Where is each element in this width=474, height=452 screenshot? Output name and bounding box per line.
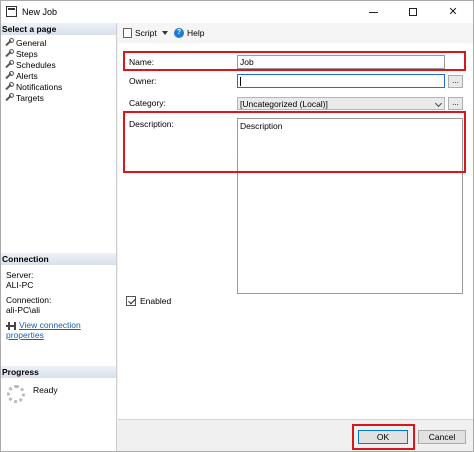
script-icon: [123, 28, 132, 38]
connection-info: Server: ALI-PC Connection: ali-PC\ali Vi…: [6, 270, 116, 340]
connection-value: ali-PC\ali: [6, 305, 41, 315]
maximize-icon: [409, 8, 417, 17]
page-item-schedules[interactable]: Schedules: [4, 59, 62, 70]
progress-status: Ready: [33, 385, 58, 395]
category-browse-button[interactable]: ...: [448, 97, 463, 110]
close-icon: ✕: [448, 6, 458, 18]
ok-button[interactable]: OK: [358, 430, 408, 444]
wrench-icon: [4, 49, 14, 58]
progress-spinner-icon: [7, 385, 25, 403]
select-page-header: Select a page: [1, 23, 116, 35]
category-label: Category:: [129, 98, 166, 108]
enabled-checkbox[interactable]: [126, 296, 136, 306]
help-button[interactable]: ? Help: [174, 28, 204, 38]
window-title: New Job: [22, 7, 58, 17]
connection-header: Connection: [1, 253, 116, 265]
text-caret: [240, 77, 241, 87]
bottom-bar: OK Cancel: [118, 419, 473, 451]
view-connection-row: View connection properties: [6, 320, 116, 340]
toolbar: Script ? Help: [118, 23, 473, 43]
cancel-button[interactable]: Cancel: [418, 430, 466, 444]
page-item-targets[interactable]: Targets: [4, 92, 62, 103]
name-label: Name:: [129, 57, 155, 67]
page-item-alerts[interactable]: Alerts: [4, 70, 62, 81]
wrench-icon: [4, 60, 14, 69]
wrench-icon: [4, 82, 14, 91]
server-value: ALI-PC: [6, 280, 34, 290]
new-job-window: New Job ✕ Select a page General Steps Sc…: [0, 0, 474, 452]
minimize-icon: [368, 11, 378, 13]
script-button[interactable]: Script: [123, 28, 168, 38]
window-icon: [6, 6, 17, 17]
page-list: General Steps Schedules Alerts Notificat…: [4, 37, 62, 103]
owner-label: Owner:: [129, 76, 157, 86]
server-label: Server:: [6, 270, 34, 280]
name-input[interactable]: Job: [237, 55, 445, 69]
chevron-down-icon[interactable]: [161, 31, 168, 35]
page-item-general[interactable]: General: [4, 37, 62, 48]
enabled-checkbox-row[interactable]: Enabled: [126, 296, 171, 306]
wrench-icon: [4, 71, 14, 80]
owner-input[interactable]: [237, 74, 445, 88]
connection-label: Connection:: [6, 295, 52, 305]
close-button[interactable]: ✕: [433, 1, 473, 23]
minimize-button[interactable]: [353, 1, 393, 23]
description-textarea[interactable]: Description: [237, 118, 463, 294]
owner-browse-button[interactable]: ...: [448, 75, 463, 88]
progress-header: Progress: [1, 366, 116, 378]
enabled-label: Enabled: [140, 296, 172, 306]
page-item-steps[interactable]: Steps: [4, 48, 62, 59]
main-panel: Script ? Help Name: Job Owner: ... Categ…: [118, 23, 473, 419]
chevron-down-icon: [434, 99, 443, 108]
help-icon: ?: [174, 28, 184, 38]
wrench-icon: [4, 93, 14, 102]
title-bar: New Job ✕: [1, 1, 473, 23]
plug-icon: [6, 321, 16, 330]
page-item-notifications[interactable]: Notifications: [4, 81, 62, 92]
category-select[interactable]: [Uncategorized (Local)]: [237, 97, 445, 110]
description-label: Description:: [129, 119, 174, 129]
left-panel: Select a page General Steps Schedules Al…: [1, 23, 117, 451]
view-connection-properties-link[interactable]: View connection properties: [6, 320, 81, 340]
maximize-button[interactable]: [393, 1, 433, 23]
wrench-icon: [4, 38, 14, 47]
